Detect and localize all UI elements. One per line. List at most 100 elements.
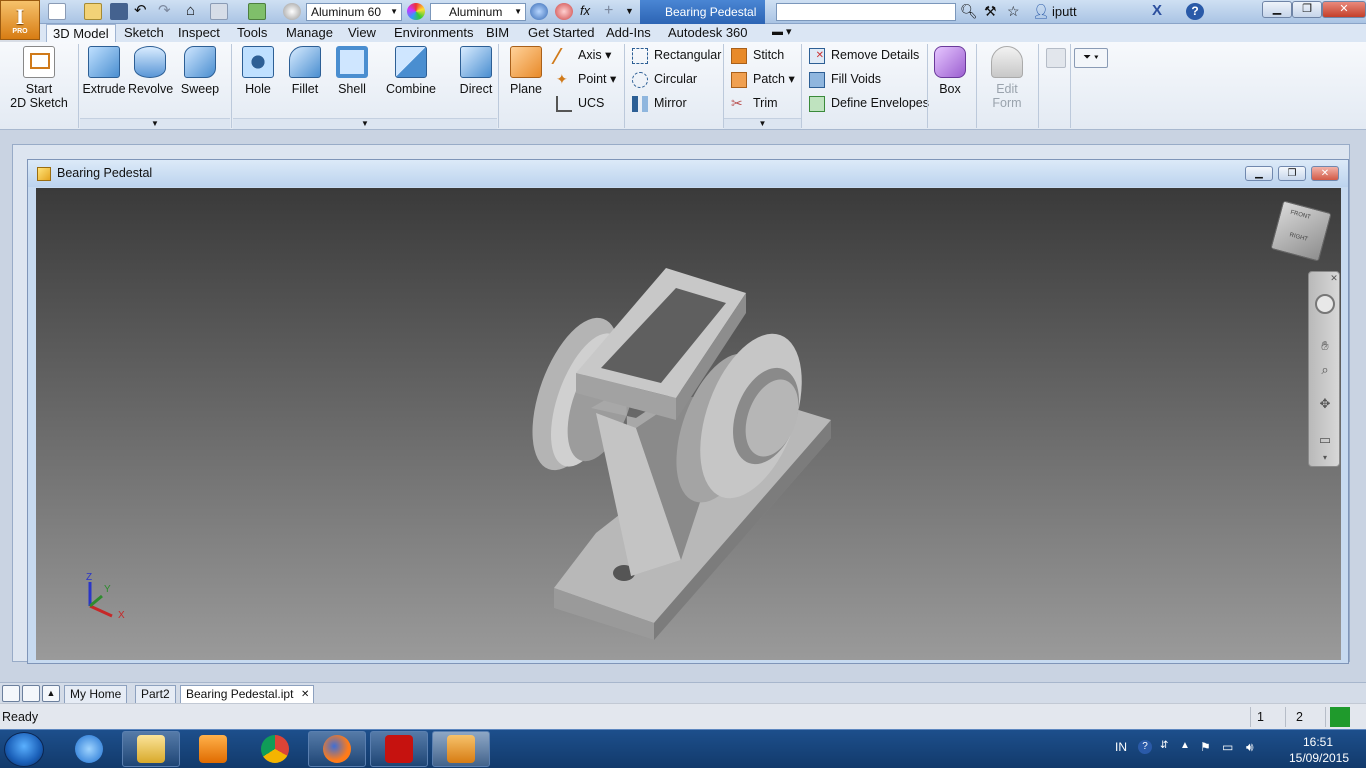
fillet-button[interactable]: Fillet	[283, 46, 327, 96]
subscription-icon[interactable]: ⚒	[984, 3, 1002, 20]
tab-bim[interactable]: BIM	[480, 24, 515, 42]
remove-details-button[interactable]: ✕ Remove Details	[809, 46, 919, 66]
doc-close-button[interactable]: ✕	[1311, 166, 1339, 181]
save-icon[interactable]	[110, 3, 128, 20]
point-button[interactable]: ✦ Point ▾	[556, 70, 616, 90]
network-status-icon[interactable]: ⇵	[1160, 740, 1168, 751]
language-indicator[interactable]: IN	[1115, 740, 1127, 754]
taskbar-firefox[interactable]	[308, 731, 366, 767]
zoom-icon[interactable]: ⌕	[1315, 360, 1335, 380]
clear-icon[interactable]	[555, 3, 573, 20]
tab-sketch[interactable]: Sketch	[118, 24, 170, 42]
clock-date[interactable]: 15/09/2015	[1284, 751, 1354, 765]
parameters-icon[interactable]: fx	[580, 3, 598, 20]
rectangular-pattern-button[interactable]: Rectangular	[632, 46, 721, 66]
taskbar-inventor[interactable]	[432, 731, 490, 767]
direct-button[interactable]: Direct	[454, 46, 498, 96]
mirror-button[interactable]: Mirror	[632, 94, 687, 114]
open-icon[interactable]	[84, 3, 102, 20]
minimize-button[interactable]: ▁	[1262, 1, 1292, 18]
network-icon[interactable]: ▭	[1222, 740, 1233, 754]
tab-close-icon[interactable]: ✕	[301, 686, 309, 703]
material-dropdown[interactable]: Aluminum 60 ▼	[306, 3, 402, 21]
navbar-close-icon[interactable]: ✕	[1329, 273, 1339, 283]
sweep-button[interactable]: Sweep	[178, 46, 222, 96]
search-icon[interactable]: 🔍︎	[960, 3, 978, 20]
tab-get-started[interactable]: Get Started	[522, 24, 600, 42]
taskbar-chrome[interactable]	[246, 731, 304, 767]
search-input[interactable]	[776, 3, 956, 21]
close-button[interactable]: ✕	[1322, 1, 1366, 18]
fill-voids-button[interactable]: Fill Voids	[809, 70, 881, 90]
volume-icon[interactable]: 🔊︎	[1246, 740, 1254, 755]
tab-3d-model[interactable]: 3D Model	[46, 24, 116, 42]
tab-environments[interactable]: Environments	[388, 24, 479, 42]
doc-tab-my-home[interactable]: My Home	[64, 685, 128, 703]
help-icon[interactable]: ?	[1186, 3, 1204, 20]
application-menu-button[interactable]: I PRO	[0, 0, 40, 40]
doc-restore-button[interactable]: ❐	[1278, 166, 1306, 181]
trim-button[interactable]: ✂ Trim	[731, 94, 778, 114]
extrude-button[interactable]: Extrude	[82, 46, 126, 96]
circular-pattern-button[interactable]: Circular	[632, 70, 697, 90]
patch-button[interactable]: Patch ▾	[731, 70, 795, 90]
surface-panel-expand[interactable]: ▼	[724, 118, 801, 129]
tab-manage[interactable]: Manage	[280, 24, 339, 42]
shell-button[interactable]: Shell	[330, 46, 374, 96]
action-center-flag-icon[interactable]: ⚑	[1200, 740, 1211, 754]
taskbar-internet-explorer[interactable]	[60, 731, 118, 767]
redo-icon[interactable]: ↷	[158, 3, 176, 20]
maximize-button[interactable]: ❐	[1292, 1, 1322, 18]
start-2d-sketch-button[interactable]: Start 2D Sketch	[6, 46, 72, 110]
taskbar-media-player[interactable]	[184, 731, 242, 767]
show-hidden-icons[interactable]: ▲	[1180, 740, 1190, 751]
create-panel-expand[interactable]: ▼	[80, 118, 230, 129]
start-button[interactable]	[4, 732, 44, 767]
home-icon[interactable]: ⌂	[186, 3, 204, 20]
update-icon[interactable]	[210, 3, 228, 20]
stitch-button[interactable]: Stitch	[731, 46, 784, 66]
convert-icon[interactable]	[1046, 48, 1066, 68]
undo-icon[interactable]: ↶	[134, 3, 152, 20]
steering-wheel-icon[interactable]	[1315, 294, 1335, 314]
tab-inspect[interactable]: Inspect	[172, 24, 226, 42]
appearance-dropdown[interactable]: Aluminum ▼	[430, 3, 526, 21]
appearance-icon[interactable]	[407, 3, 425, 20]
plane-button[interactable]: Plane	[504, 46, 548, 96]
favorites-icon[interactable]: ☆	[1007, 3, 1025, 20]
cascade-windows-icon[interactable]	[22, 685, 40, 702]
material-icon[interactable]	[283, 3, 301, 20]
ucs-icon[interactable]: +	[604, 3, 622, 20]
clock-time[interactable]: 16:51	[1288, 735, 1348, 749]
edit-form-button[interactable]: Edit Form	[984, 46, 1030, 110]
orbit-icon[interactable]: ✥	[1315, 394, 1335, 414]
select-icon[interactable]	[248, 3, 266, 20]
combine-button[interactable]: Combine	[384, 46, 438, 96]
tab-autodesk-360[interactable]: Autodesk 360	[662, 24, 754, 42]
axis-button[interactable]: Axis ▾	[551, 46, 611, 66]
doc-tab-part2[interactable]: Part2	[135, 685, 176, 703]
tab-tools[interactable]: Tools	[231, 24, 273, 42]
adjust-icon[interactable]	[530, 3, 548, 20]
help-tray-icon[interactable]: ?	[1138, 740, 1152, 754]
hole-button[interactable]: Hole	[236, 46, 280, 96]
box-button[interactable]: Box	[930, 46, 970, 96]
new-icon[interactable]	[48, 3, 66, 20]
camera-icon[interactable]: ▬ ▾	[766, 24, 798, 42]
navbar-expand-icon[interactable]: ▾	[1315, 452, 1335, 464]
panel-options-icon[interactable]: ⏷ ▾	[1074, 48, 1108, 68]
revolve-button[interactable]: Revolve	[128, 46, 173, 96]
tab-view[interactable]: View	[342, 24, 382, 42]
tab-add-ins[interactable]: Add-Ins	[600, 24, 657, 42]
tile-windows-icon[interactable]	[2, 685, 20, 702]
define-envelopes-button[interactable]: Define Envelopes	[809, 94, 929, 114]
ucs-button[interactable]: UCS	[556, 94, 604, 114]
look-at-icon[interactable]: ▭	[1315, 430, 1335, 450]
taskbar-file-explorer[interactable]	[122, 731, 180, 767]
3d-viewport[interactable]: FRONT RIGHT ✕ ✋︎ ⌕ ✥ ▭ ▾ Z Y X	[36, 188, 1341, 660]
taskbar-acrobat[interactable]	[370, 731, 428, 767]
user-name[interactable]: iputt	[1052, 4, 1077, 19]
pan-icon[interactable]: ✋︎	[1315, 336, 1335, 356]
user-icon[interactable]: 👤︎	[1032, 3, 1050, 20]
doc-minimize-button[interactable]: ▁	[1245, 166, 1273, 181]
